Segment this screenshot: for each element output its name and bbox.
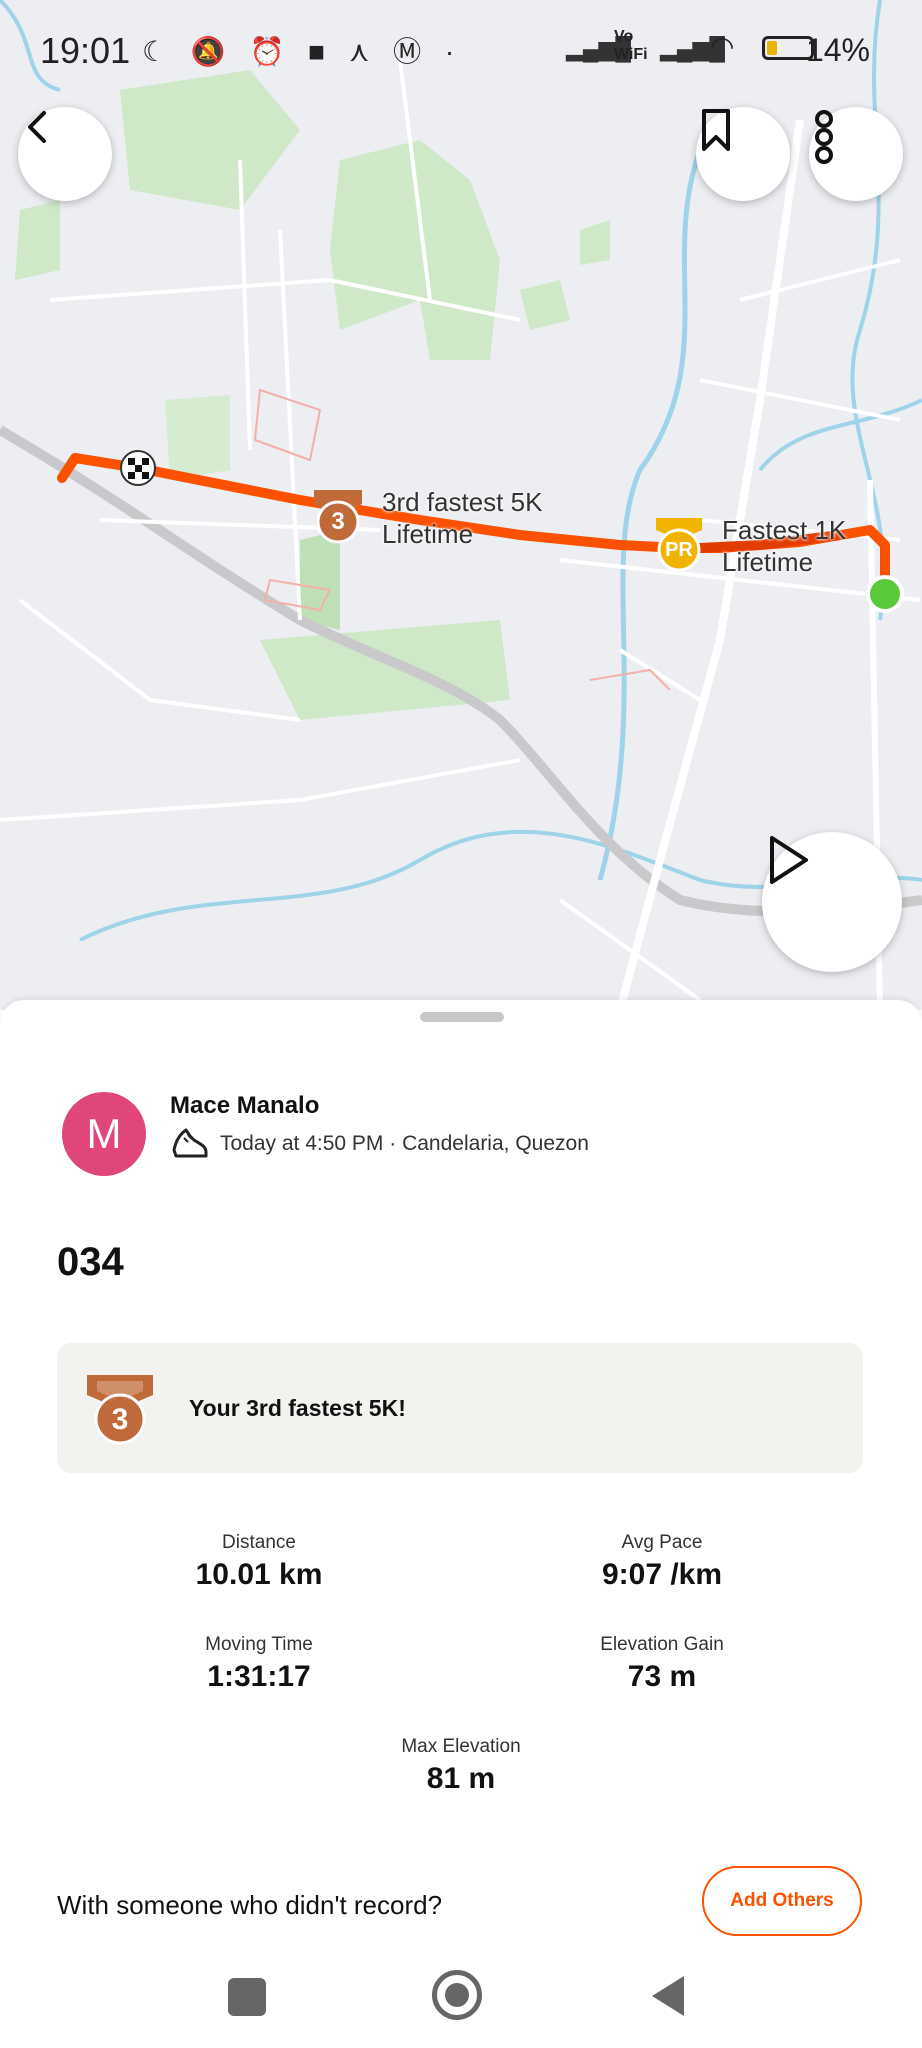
achievement-card[interactable]: 3 Your 3rd fastest 5K! bbox=[57, 1343, 863, 1473]
bronze-medal-badge: 3 bbox=[85, 1371, 155, 1447]
stat-moving-time: Moving Time 1:31:17 bbox=[109, 1634, 409, 1694]
status-icons: ☾ 🔕 ⏰ ■ ⋏ Ⓜ · bbox=[142, 36, 463, 67]
stat-value: 1:31:17 bbox=[207, 1660, 311, 1693]
stat-value: 9:07 /km bbox=[601, 1558, 723, 1591]
segment-label-3rd: 3rd fastest 5K Lifetime bbox=[382, 486, 542, 550]
stat-label: Elevation Gain bbox=[600, 1634, 724, 1655]
activity-date-location: Today at 4:50 PM · Candelaria, Quezon bbox=[220, 1132, 589, 1155]
back-button[interactable] bbox=[18, 107, 112, 201]
medal-rank: 3 bbox=[331, 508, 345, 535]
bookmark-icon bbox=[702, 109, 730, 151]
segment-label-line: 3rd fastest 5K bbox=[382, 487, 543, 517]
segment-label-line: Lifetime bbox=[722, 547, 814, 577]
activity-meta: Today at 4:50 PM · Candelaria, Quezon bbox=[170, 1126, 589, 1162]
stat-max-elevation: Max Elevation 81 m bbox=[311, 1736, 611, 1796]
bronze-medal-marker[interactable]: 3 bbox=[310, 486, 366, 546]
recents-button[interactable] bbox=[228, 1978, 266, 2016]
activity-title: 034 bbox=[57, 1240, 124, 1284]
pr-marker[interactable]: PR bbox=[652, 514, 706, 574]
battery-percent: 14% bbox=[805, 32, 870, 68]
stat-label: Avg Pace bbox=[621, 1532, 703, 1553]
play-icon bbox=[770, 836, 808, 884]
route-map[interactable]: 3 3rd fastest 5K Lifetime PR Fastest 1K … bbox=[0, 0, 922, 1010]
stat-value: 81 m bbox=[426, 1762, 496, 1795]
pr-text: PR bbox=[665, 539, 693, 561]
add-others-prompt: With someone who didn't record? bbox=[57, 1890, 443, 1920]
segment-label-line: Fastest 1K bbox=[722, 515, 847, 545]
back-triangle-icon[interactable] bbox=[648, 1974, 688, 2018]
stat-distance: Distance 10.01 km bbox=[109, 1532, 409, 1592]
medal-rank: 3 bbox=[111, 1403, 129, 1436]
home-button[interactable] bbox=[432, 1970, 482, 2020]
segment-label-line: Lifetime bbox=[382, 519, 474, 549]
segment-label-pr: Fastest 1K Lifetime bbox=[722, 514, 846, 578]
bookmark-button[interactable] bbox=[696, 107, 790, 201]
add-others-button[interactable]: Add Others bbox=[702, 1866, 862, 1936]
vowifi-bottom: WiFi bbox=[614, 46, 648, 63]
drag-handle[interactable] bbox=[420, 1012, 504, 1022]
vowifi-label: Vo WiFi bbox=[614, 28, 648, 64]
activity-sheet: M Mace Manalo Today at 4:50 PM · Candela… bbox=[0, 1000, 922, 1940]
stat-label: Moving Time bbox=[205, 1634, 313, 1655]
stat-elevation-gain: Elevation Gain 73 m bbox=[512, 1634, 812, 1694]
running-shoe-icon bbox=[172, 1128, 208, 1158]
achievement-text: Your 3rd fastest 5K! bbox=[189, 1395, 406, 1421]
stat-label: Distance bbox=[222, 1532, 296, 1553]
athlete-name[interactable]: Mace Manalo bbox=[170, 1092, 319, 1120]
avatar[interactable]: M bbox=[62, 1092, 146, 1176]
stat-value: 10.01 km bbox=[195, 1558, 323, 1591]
more-options-button[interactable] bbox=[809, 107, 903, 201]
status-time: 19:01 bbox=[40, 30, 131, 71]
vowifi-top: Vo bbox=[614, 28, 634, 45]
chevron-left-icon bbox=[28, 111, 46, 143]
wifi-icon: ◠ bbox=[710, 31, 735, 62]
stat-avg-pace: Avg Pace 9:07 /km bbox=[512, 1532, 812, 1592]
stat-value: 73 m bbox=[627, 1660, 697, 1693]
play-flyover-button[interactable] bbox=[762, 832, 902, 972]
more-vertical-icon bbox=[815, 110, 833, 164]
system-nav-bar bbox=[0, 1940, 922, 2048]
status-bar: 19:01 ☾ 🔕 ⏰ ■ ⋏ Ⓜ · ▂▄▆█ Vo WiFi ▂▄▆█ ◠ … bbox=[0, 0, 922, 100]
stat-label: Max Elevation bbox=[401, 1736, 521, 1757]
